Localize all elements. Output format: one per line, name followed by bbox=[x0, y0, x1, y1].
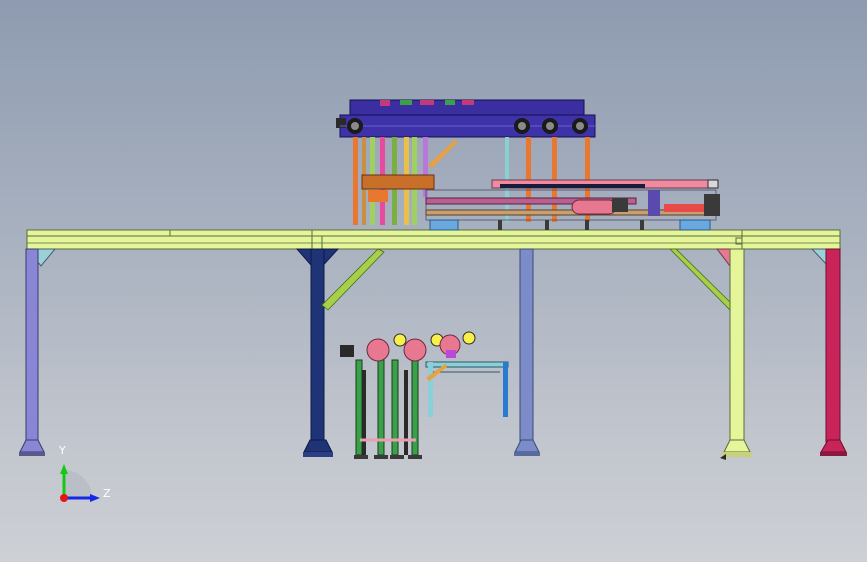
table-top-frame[interactable] bbox=[26, 229, 841, 250]
pulley-left bbox=[347, 118, 363, 134]
table-leg-navy[interactable] bbox=[295, 248, 340, 457]
feeder-head-1 bbox=[366, 333, 407, 362]
table-conveyor[interactable] bbox=[425, 179, 720, 231]
table-leg-right[interactable] bbox=[810, 248, 847, 456]
feeder-head-3 bbox=[439, 331, 476, 356]
triad-z-label: Z bbox=[103, 487, 111, 500]
diagonal-brace-right bbox=[669, 248, 731, 311]
feeder-unit[interactable] bbox=[340, 331, 476, 459]
pulley-mid bbox=[514, 118, 530, 134]
diagonal-brace-left bbox=[321, 248, 385, 311]
pulley-right bbox=[572, 118, 588, 134]
table-leg-left[interactable] bbox=[19, 248, 57, 456]
pulley-mid2 bbox=[542, 118, 558, 134]
table-leg-yellow[interactable] bbox=[715, 248, 752, 460]
feeder-head-2 bbox=[403, 333, 444, 362]
upper-conveyor-assembly[interactable] bbox=[336, 99, 596, 225]
table-leg-steel[interactable] bbox=[514, 248, 540, 456]
machine-assembly-model[interactable] bbox=[0, 0, 867, 562]
orientation-triad bbox=[60, 464, 100, 502]
cad-viewport[interactable]: Y Z bbox=[0, 0, 867, 562]
triad-y-label: Y bbox=[59, 444, 66, 457]
